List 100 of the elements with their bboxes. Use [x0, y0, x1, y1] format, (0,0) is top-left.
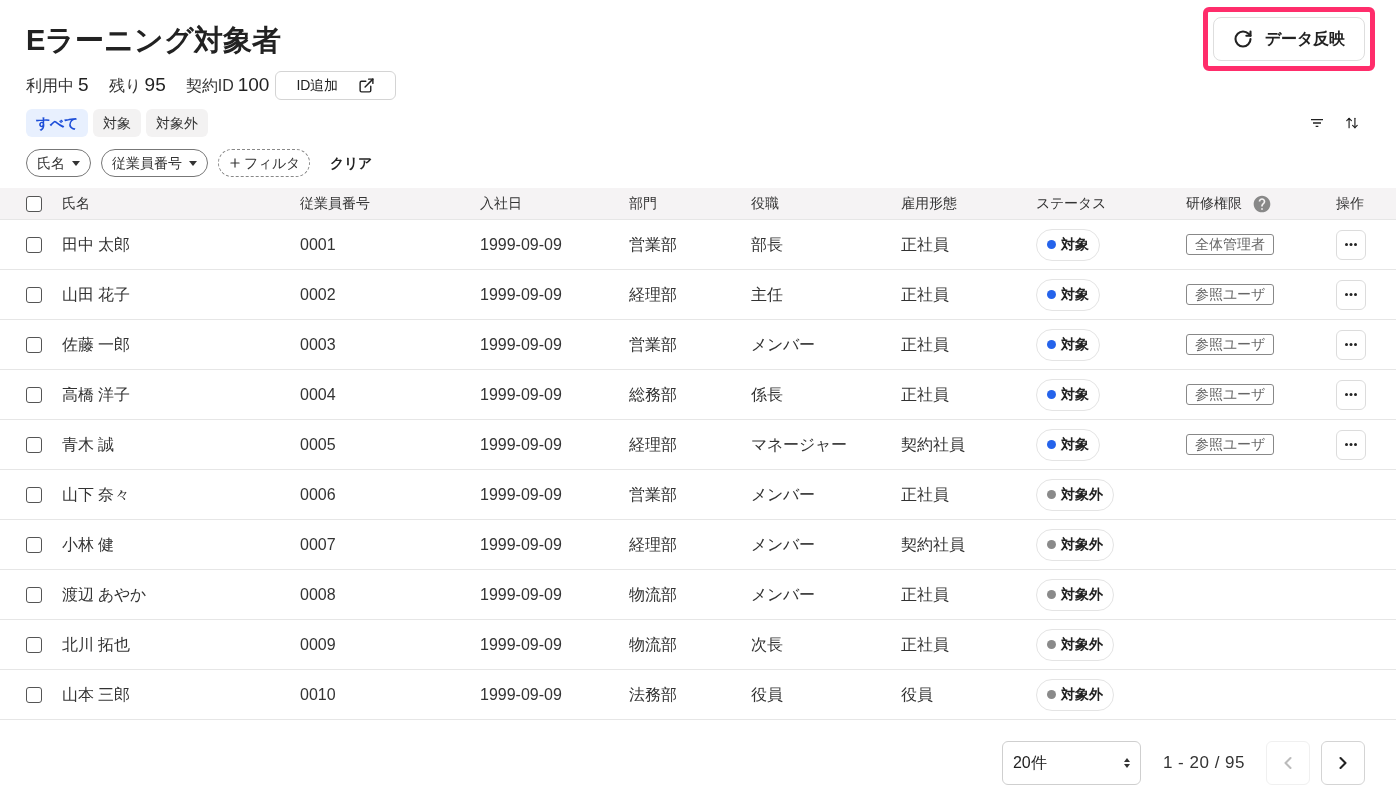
help-icon[interactable]	[1252, 193, 1272, 214]
more-actions-button[interactable]	[1336, 379, 1366, 410]
status-pill: 対象外	[1036, 528, 1114, 561]
stat-label: 残り	[108, 75, 141, 96]
checkbox[interactable]	[26, 486, 42, 503]
department-cell-text: 営業部	[629, 234, 677, 255]
department-cell-text: 総務部	[629, 384, 677, 405]
filter-tab[interactable]: すべて	[26, 109, 88, 137]
more-actions-button[interactable]	[1336, 429, 1366, 460]
ellipsis-icon	[1345, 393, 1357, 396]
employment-type-cell-text: 正社員	[901, 234, 949, 255]
column-header: 氏名	[62, 194, 90, 213]
column-header: 部門	[629, 194, 657, 213]
employee-number-cell-text: 0002	[300, 284, 336, 305]
name-cell-text: 青木 誠	[62, 434, 115, 455]
page-size-select[interactable]: 20件	[1001, 741, 1141, 785]
name-cell-text: 山田 花子	[62, 284, 131, 305]
checkbox[interactable]	[26, 586, 42, 603]
more-actions-button[interactable]	[1336, 329, 1366, 360]
role-tag: 参照ユーザ	[1186, 334, 1274, 355]
hire-date-cell-text: 1999-09-09	[480, 634, 562, 655]
employee-number-cell-text: 0004	[300, 384, 336, 405]
status-pill: 対象外	[1036, 678, 1114, 711]
name-cell-text: 田中 太郎	[62, 234, 131, 255]
plus-icon	[228, 156, 242, 170]
add-id-button[interactable]: ID追加	[275, 70, 397, 100]
department-cell-text: 法務部	[629, 684, 677, 705]
stat-value: 100	[237, 72, 270, 97]
name-cell-text: 佐藤 一郎	[62, 334, 131, 355]
add-filter-button[interactable]: フィルタ	[218, 149, 310, 177]
ellipsis-icon	[1345, 293, 1357, 296]
checkbox[interactable]	[26, 436, 42, 453]
status-pill: 対象外	[1036, 628, 1114, 661]
status-pill: 対象	[1036, 278, 1100, 311]
employment-type-cell-text: 契約社員	[901, 534, 965, 555]
more-actions-button[interactable]	[1336, 279, 1366, 310]
column-header: 研修権限	[1186, 194, 1242, 213]
role-tag: 全体管理者	[1186, 234, 1274, 255]
checkbox[interactable]	[26, 686, 42, 703]
more-actions-button[interactable]	[1336, 229, 1366, 260]
checkbox[interactable]	[26, 336, 42, 353]
external-link-icon	[358, 76, 376, 94]
hire-date-cell-text: 1999-09-09	[480, 534, 562, 555]
hire-date-cell-text: 1999-09-09	[480, 384, 562, 405]
hire-date-cell-text: 1999-09-09	[480, 234, 562, 255]
filter-tab[interactable]: 対象外	[146, 109, 208, 137]
column-header: 役職	[751, 194, 779, 213]
employment-type-cell-text: 正社員	[901, 334, 949, 355]
checkbox[interactable]	[26, 536, 42, 553]
refresh-button[interactable]: データ反映	[1213, 16, 1365, 61]
status-pill: 対象	[1036, 378, 1100, 411]
status-pill: 対象外	[1036, 478, 1114, 511]
department-cell-text: 物流部	[629, 584, 677, 605]
hire-date-cell-text: 1999-09-09	[480, 334, 562, 355]
name-cell-text: 山本 三郎	[62, 684, 131, 705]
filter-dropdown[interactable]: 従業員番号	[101, 149, 208, 177]
hire-date-cell-text: 1999-09-09	[480, 484, 562, 505]
status-pill: 対象外	[1036, 578, 1114, 611]
position-cell-text: メンバー	[751, 534, 815, 555]
employment-type-cell-text: 役員	[901, 684, 933, 705]
column-header: 入社日	[480, 194, 522, 213]
position-cell-text: 部長	[751, 234, 783, 255]
role-tag: 参照ユーザ	[1186, 434, 1274, 455]
next-page-button[interactable]	[1321, 741, 1365, 785]
name-cell-text: 小林 健	[62, 534, 115, 555]
checkbox[interactable]	[26, 236, 42, 253]
refresh-icon	[1233, 28, 1253, 49]
sort-icon[interactable]	[1345, 116, 1359, 130]
clear-button[interactable]: クリア	[320, 149, 382, 177]
hire-date-cell-text: 1999-09-09	[480, 434, 562, 455]
employee-number-cell-text: 0005	[300, 434, 336, 455]
employment-type-cell-text: 正社員	[901, 584, 949, 605]
employee-number-cell-text: 0003	[300, 334, 336, 355]
stat-value: 5	[78, 72, 89, 97]
employment-type-cell-text: 正社員	[901, 484, 949, 505]
caret-icon	[189, 160, 197, 166]
checkbox[interactable]	[26, 195, 42, 212]
ellipsis-icon	[1345, 443, 1357, 446]
checkbox[interactable]	[26, 386, 42, 403]
checkbox[interactable]	[26, 636, 42, 653]
stat-label: 契約ID	[185, 75, 234, 96]
role-tag: 参照ユーザ	[1186, 284, 1274, 305]
employee-number-cell-text: 0008	[300, 584, 336, 605]
filter-dropdown[interactable]: 氏名	[26, 149, 91, 177]
department-cell-text: 営業部	[629, 334, 677, 355]
employment-type-cell-text: 正社員	[901, 634, 949, 655]
name-cell-text: 北川 拓也	[62, 634, 131, 655]
page-range: 1 - 20 / 95	[1162, 752, 1245, 775]
hire-date-cell-text: 1999-09-09	[480, 584, 562, 605]
status-pill: 対象	[1036, 328, 1100, 361]
position-cell-text: 役員	[751, 684, 783, 705]
employee-number-cell-text: 0009	[300, 634, 336, 655]
department-cell-text: 物流部	[629, 634, 677, 655]
position-cell-text: メンバー	[751, 584, 815, 605]
filter-tab[interactable]: 対象	[93, 109, 141, 137]
checkbox[interactable]	[26, 286, 42, 303]
position-cell-text: メンバー	[751, 484, 815, 505]
hire-date-cell-text: 1999-09-09	[480, 684, 562, 705]
status-pill: 対象	[1036, 428, 1100, 461]
employee-number-cell-text: 0001	[300, 234, 336, 255]
